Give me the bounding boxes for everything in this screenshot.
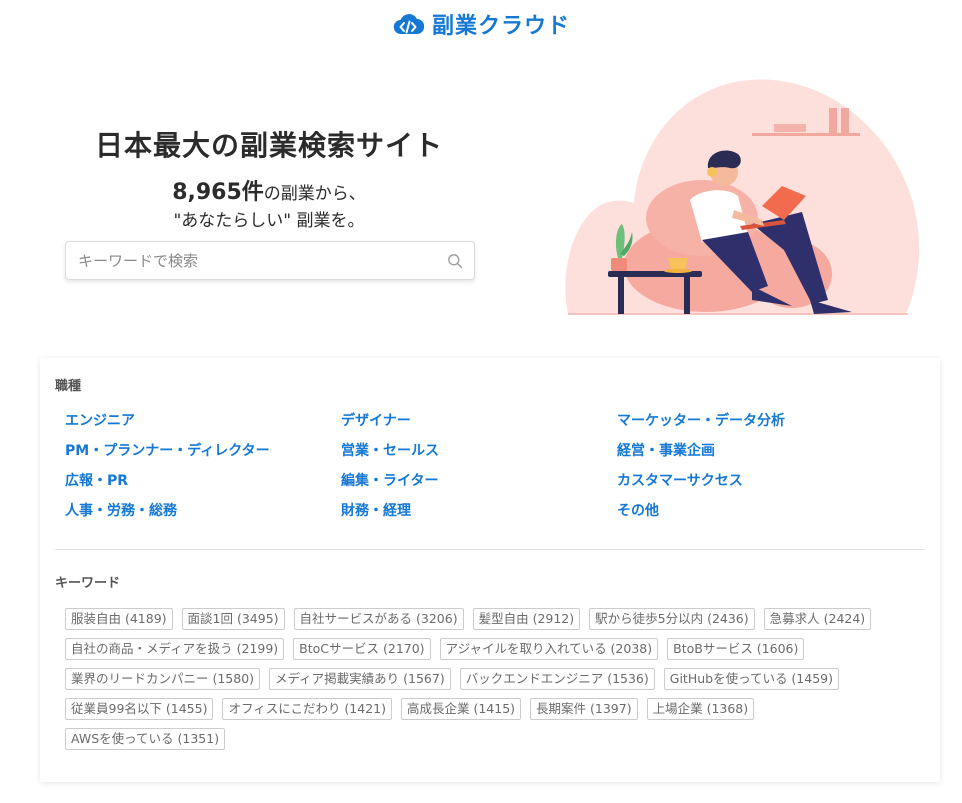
keyword-tag[interactable]: 急募求人 (2424) bbox=[763, 608, 872, 630]
person-with-laptop-illustration bbox=[565, 79, 920, 315]
page-title: 日本最大の副業検索サイト bbox=[94, 129, 443, 162]
job-category-link[interactable]: カスタマーサクセス bbox=[617, 466, 893, 496]
job-category-link[interactable]: 広報・PR bbox=[65, 466, 341, 496]
keyword-tag[interactable]: 従業員99名以下 (1455) bbox=[65, 698, 214, 720]
keyword-tag[interactable]: BtoBサービス (1606) bbox=[667, 638, 805, 660]
keyword-tag[interactable]: メディア掲載実績あり (1567) bbox=[269, 668, 451, 690]
keyword-tag[interactable]: 業界のリードカンパニー (1580) bbox=[65, 668, 261, 690]
job-category-list: エンジニア デザイナー マーケッター・データ分析 PM・プランナー・ディレクター 営業・… bbox=[65, 406, 915, 526]
category-card: 職種 エンジニア デザイナー マーケッター・データ分析 PM・プランナー・ディレクター… bbox=[40, 358, 940, 782]
job-count-line: 8,965件の副業から、 bbox=[62, 174, 476, 206]
keyword-tag[interactable]: AWSを使っている (1351) bbox=[65, 728, 226, 750]
section-divider bbox=[55, 549, 925, 550]
keyword-tag[interactable]: 自社サービスがある (3206) bbox=[293, 608, 464, 630]
cloud-code-icon bbox=[393, 14, 424, 35]
keyword-tag[interactable]: バックエンドエンジニア (1536) bbox=[459, 668, 655, 690]
hero-tagline: "あなたらしい" 副業を。 bbox=[173, 211, 365, 231]
keyword-tag[interactable]: 面談1回 (3495) bbox=[181, 608, 285, 630]
job-category-link[interactable]: デザイナー bbox=[341, 406, 617, 436]
keyword-tag[interactable]: 髪型自由 (2912) bbox=[472, 608, 581, 630]
job-category-link[interactable]: 経営・事業企画 bbox=[617, 436, 893, 466]
keyword-tag[interactable]: 上場企業 (1368) bbox=[646, 698, 755, 720]
job-category-link[interactable]: 財務・経理 bbox=[341, 496, 617, 526]
job-category-link[interactable]: PM・プランナー・ディレクター bbox=[65, 436, 341, 466]
keyword-tag[interactable]: GitHubを使っている (1459) bbox=[663, 668, 839, 690]
job-category-link[interactable]: 営業・セールス bbox=[341, 436, 617, 466]
keyword-heading: キーワード bbox=[55, 576, 121, 591]
keyword-tag[interactable]: BtoCサービス (2170) bbox=[293, 638, 431, 660]
job-category-link[interactable]: マーケッター・データ分析 bbox=[617, 406, 893, 436]
site-logo-text: 副業クラウド bbox=[431, 14, 570, 39]
search-input[interactable] bbox=[66, 242, 436, 279]
keyword-tag[interactable]: 高成長企業 (1415) bbox=[401, 698, 522, 720]
job-count-suffix: の副業から、 bbox=[263, 184, 366, 204]
search-box bbox=[65, 241, 475, 280]
job-category-link[interactable]: 人事・労務・総務 bbox=[65, 496, 341, 526]
job-category-heading: 職種 bbox=[55, 379, 82, 394]
keyword-tag[interactable]: オフィスにこだわり (1421) bbox=[222, 698, 392, 720]
search-icon[interactable] bbox=[436, 242, 474, 279]
keyword-tag[interactable]: 駅から徒歩5分以内 (2436) bbox=[589, 608, 755, 630]
job-category-link[interactable]: 編集・ライター bbox=[341, 466, 617, 496]
keyword-tag[interactable]: アジャイルを取り入れている (2038) bbox=[439, 638, 659, 660]
site-logo[interactable]: 副業クラウド bbox=[0, 6, 962, 42]
keyword-list: 服装自由 (4189) 面談1回 (3495) 自社サービスがある (3206) 髪型… bbox=[65, 608, 915, 750]
job-count: 8,965件 bbox=[172, 180, 264, 205]
keyword-tag[interactable]: 自社の商品・メディアを扱う (2199) bbox=[65, 638, 285, 660]
job-category-link[interactable]: その他 bbox=[617, 496, 893, 526]
keyword-tag[interactable]: 長期案件 (1397) bbox=[530, 698, 638, 720]
keyword-tag[interactable]: 服装自由 (4189) bbox=[65, 608, 173, 630]
job-category-link[interactable]: エンジニア bbox=[65, 406, 341, 436]
